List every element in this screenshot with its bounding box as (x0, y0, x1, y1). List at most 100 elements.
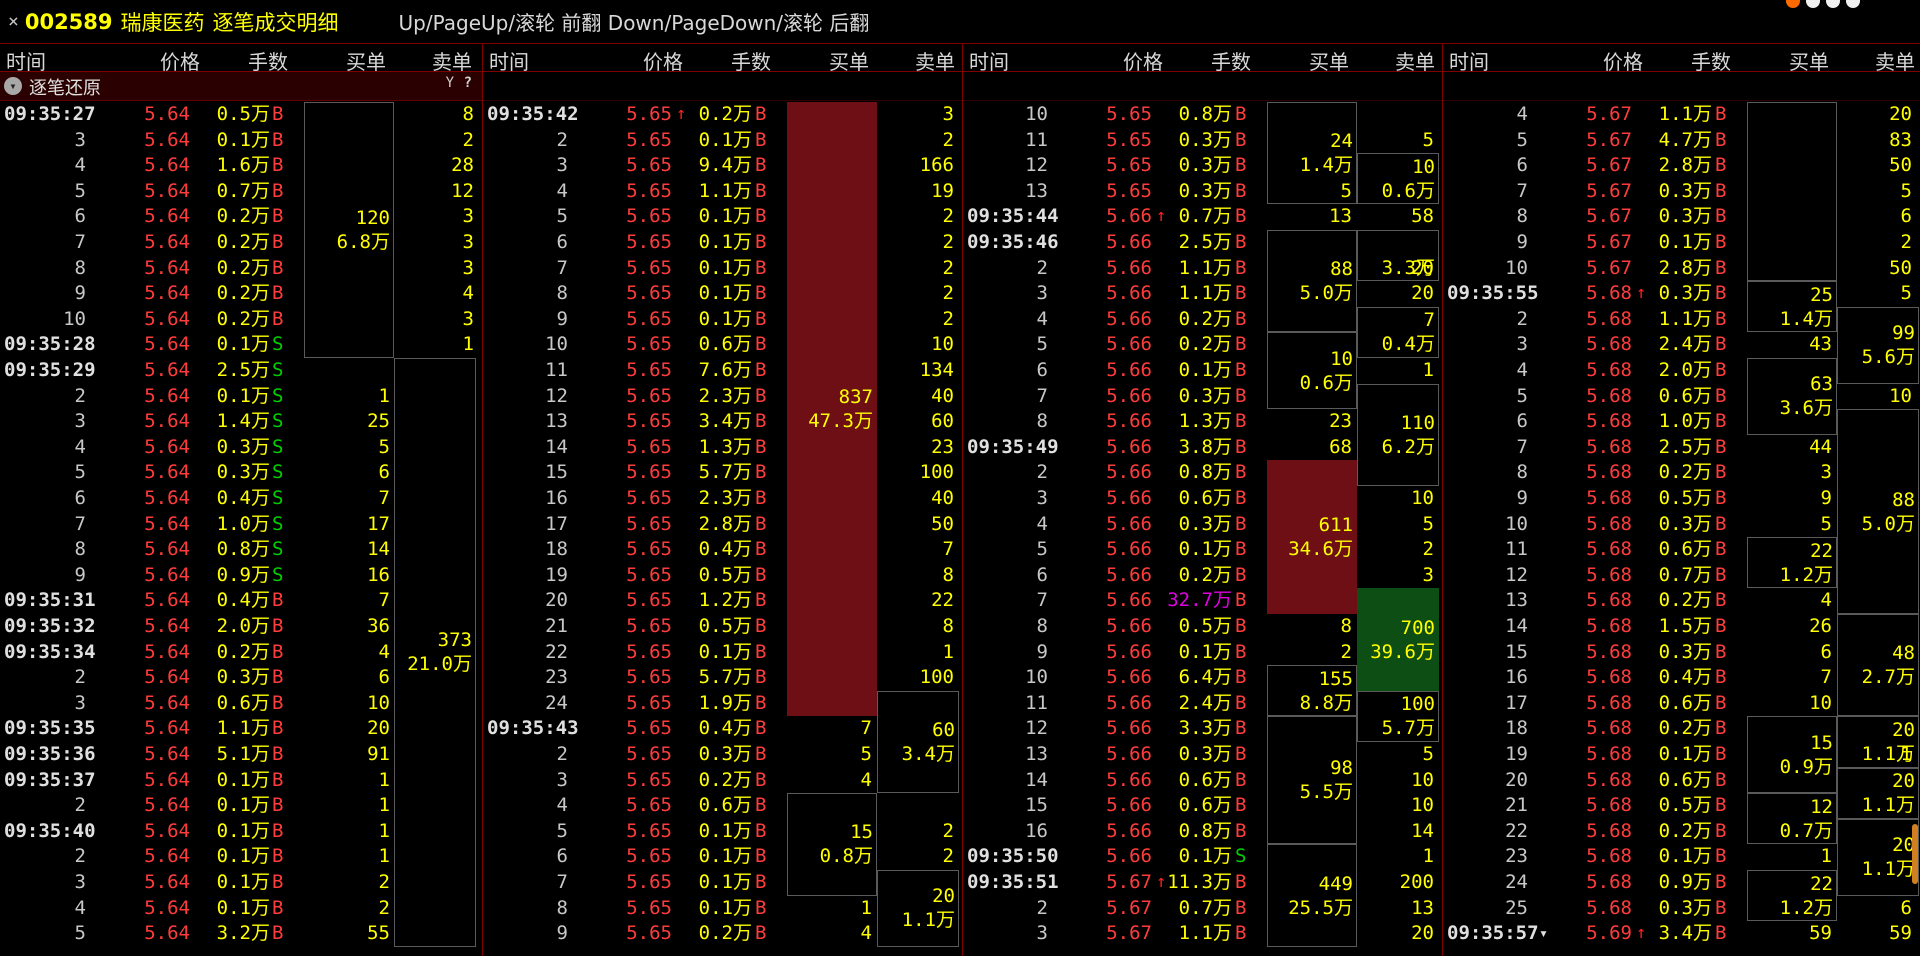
trade-direction-flag: B (755, 410, 767, 433)
trade-volume: 0.6万 (1658, 691, 1712, 714)
table-row: 10 5.65 0.8万 B (963, 102, 1442, 128)
trade-volume: 0.1万 (216, 871, 270, 893)
table-row: 12 5.65 0.3万 B (963, 153, 1442, 179)
trade-direction-flag: B (755, 103, 767, 125)
header-buy: 买单 (346, 50, 386, 74)
buy-order-count: 10 (367, 691, 390, 714)
trade-volume: 0.4万 (216, 487, 270, 509)
trade-volume: 0.8万 (1178, 103, 1232, 125)
trade-time: 3 (1516, 333, 1528, 356)
trade-price: 5.65 (626, 666, 672, 689)
trade-direction-flag: B (272, 640, 284, 663)
trade-price: 5.68 (1586, 666, 1632, 689)
sell-order-count: 60 (931, 410, 954, 433)
trade-volume: 4.7万 (1658, 128, 1712, 151)
trade-volume: 0.5万 (698, 563, 752, 586)
trade-direction-flag: B (1235, 282, 1247, 305)
trade-direction-flag: S (272, 487, 284, 509)
trade-price: 5.64 (144, 794, 190, 817)
buy-order-count: 44 (1809, 435, 1832, 458)
trade-price: 5.66 (1106, 717, 1152, 740)
trade-price: 5.64 (144, 512, 190, 535)
trade-time: 8 (1036, 410, 1048, 433)
trade-price: 5.64 (144, 819, 190, 842)
trade-direction-flag: B (1715, 743, 1727, 765)
trade-direction-flag: B (272, 666, 284, 689)
trade-volume: 0.1万 (1178, 640, 1232, 663)
trade-price: 5.65 (626, 231, 672, 253)
trade-volume: 0.3万 (1178, 743, 1232, 765)
restore-toggle-bar[interactable]: ▾ 逐笔还原 Y? (0, 72, 482, 101)
table-row: 09:35:34 5.64 0.2万 B 4 (0, 640, 482, 666)
trade-volume: 0.7万 (1178, 896, 1232, 919)
trade-direction-flag: B (1235, 871, 1247, 893)
table-row: 4 5.66 0.3万 B 5 (963, 512, 1442, 538)
help-icon[interactable]: ? (464, 75, 472, 91)
trade-time: 7 (1036, 384, 1048, 407)
trade-time: 2 (74, 845, 86, 868)
trade-price: 5.64 (144, 743, 190, 765)
close-icon[interactable]: × (8, 11, 19, 32)
trade-time: 7 (1516, 435, 1528, 458)
trade-volume: 1.4万 (216, 410, 270, 433)
expand-circle-icon[interactable]: ▾ (4, 77, 22, 95)
trade-price: 5.68 (1586, 512, 1632, 535)
trade-direction-flag: B (1715, 435, 1727, 458)
table-row: 4 5.65 1.1万 B 19 (483, 179, 962, 205)
trade-price: 5.65 (626, 743, 672, 765)
trade-time: 12 (545, 384, 568, 407)
sell-order-count: 5 (1900, 179, 1912, 202)
table-row: 24 5.68 0.9万 B (1443, 870, 1920, 896)
table-row: 3 5.65 9.4万 B 166 (483, 153, 962, 179)
scrollbar-thumb[interactable] (1912, 824, 1918, 884)
trade-volume: 0.1万 (698, 871, 752, 893)
header-price: 价格 (1123, 50, 1163, 74)
trade-volume: 0.3万 (1658, 282, 1712, 305)
buy-order-count: 5 (860, 743, 872, 765)
trade-price: 5.65 (626, 871, 672, 893)
header-time: 时间 (1449, 50, 1489, 74)
trade-volume: 0.4万 (216, 589, 270, 612)
trade-volume: 2.3万 (698, 487, 752, 509)
trade-rows: 837 47.3万 60 3.4万 15 0.8万 20 1.1万 09:35:42 5.65 ↑ 0… (483, 102, 962, 956)
sell-order-count: 3 (462, 307, 474, 330)
sell-order-count: 28 (451, 154, 474, 177)
trade-direction-flag: B (755, 461, 767, 484)
trade-time: 2 (556, 743, 568, 765)
filter-icon[interactable]: Y (446, 75, 454, 91)
restore-label: 逐笔还原 (29, 78, 101, 99)
price-up-arrow-icon: ↑ (676, 104, 687, 124)
trade-direction-flag: B (755, 691, 767, 714)
trade-time: 13 (1025, 179, 1048, 202)
trade-time: 24 (545, 691, 568, 714)
trade-direction-flag: B (1715, 179, 1727, 202)
trade-time: 8 (556, 282, 568, 305)
trade-time: 19 (1505, 743, 1528, 765)
trade-direction-flag: B (1715, 512, 1727, 535)
column-header: 时间 价格 手数 买单 卖单 (963, 44, 1442, 74)
trade-direction-flag: B (755, 205, 767, 228)
trade-time: 09:35:49 (967, 435, 1059, 458)
trade-direction-flag: B (755, 922, 767, 945)
trade-time: 23 (545, 666, 568, 689)
table-row: 6 5.64 0.2万 B 3 (0, 204, 482, 230)
trade-volume: 0.8万 (216, 538, 270, 561)
trade-price: 5.64 (144, 640, 190, 663)
trade-time: 7 (1036, 589, 1048, 612)
trade-volume: 0.8万 (1178, 819, 1232, 842)
trade-direction-flag: B (755, 128, 767, 151)
trade-price: 5.64 (144, 691, 190, 714)
trade-time: 16 (1505, 666, 1528, 689)
table-row: 7 5.64 0.2万 B 3 (0, 230, 482, 256)
trade-price: 5.68 (1586, 717, 1632, 740)
buy-order-count: 3 (1820, 461, 1832, 484)
sell-order-count: 2 (942, 128, 954, 151)
trade-price: 5.64 (144, 717, 190, 740)
trade-direction-flag: B (272, 154, 284, 177)
trade-direction-flag: B (1235, 538, 1247, 561)
trade-time: 6 (74, 205, 86, 228)
sell-order-count: 1 (462, 333, 474, 356)
table-row: 09:35:42 5.65 ↑ 0.2万 B 3 (483, 102, 962, 128)
trade-volume: 0.1万 (1658, 845, 1712, 868)
trade-time: 10 (1505, 512, 1528, 535)
